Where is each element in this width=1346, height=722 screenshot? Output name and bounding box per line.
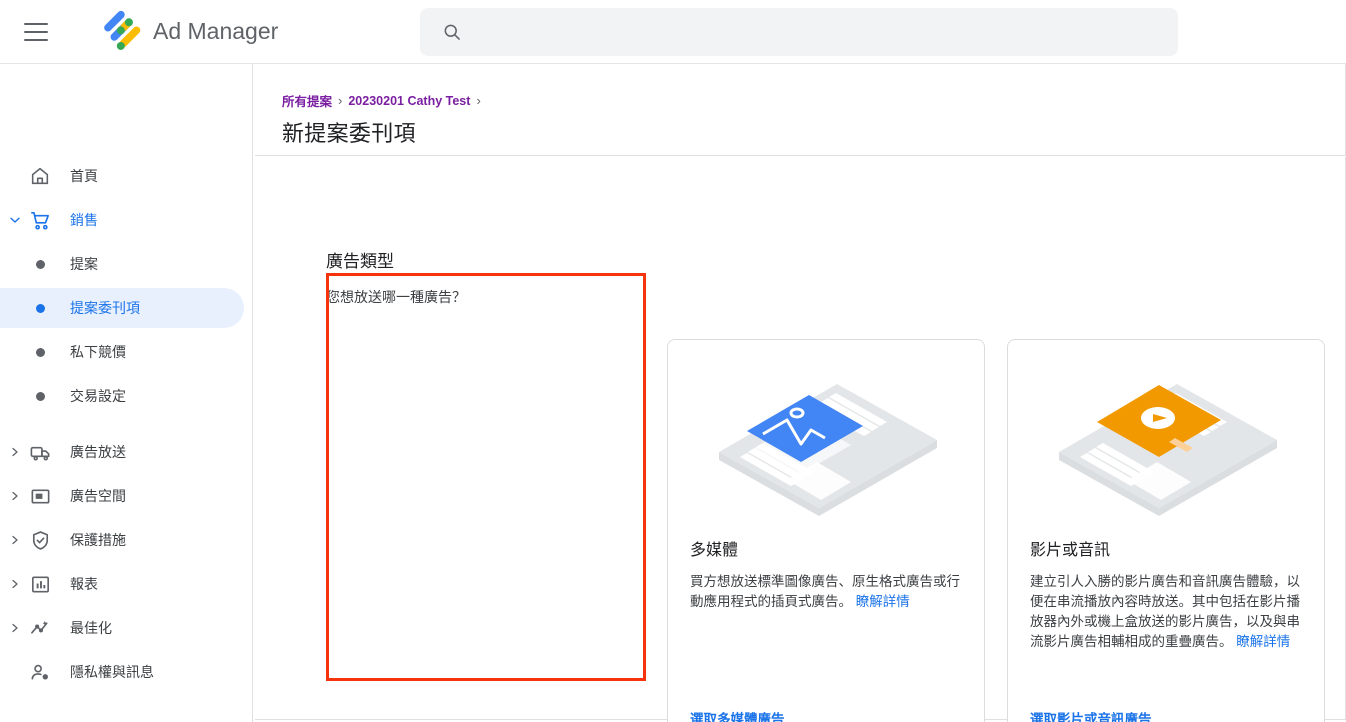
inventory-box-icon bbox=[28, 484, 52, 508]
learn-more-link[interactable]: 瞭解詳情 bbox=[856, 594, 910, 609]
section-subtitle: 您想放送哪一種廣告？ bbox=[326, 289, 466, 305]
sidebar-item-proposals[interactable]: 提案 bbox=[0, 244, 244, 284]
optimization-sparkline-icon bbox=[28, 616, 52, 640]
sidebar-item-label: 首頁 bbox=[70, 168, 98, 184]
shopping-cart-icon bbox=[28, 208, 52, 232]
delivery-truck-icon bbox=[28, 440, 52, 464]
sidebar-item-home[interactable]: 首頁 bbox=[0, 156, 244, 196]
sidebar-item-deal-settings[interactable]: 交易設定 bbox=[0, 376, 244, 416]
sidebar-item-label: 廣告空間 bbox=[70, 488, 126, 504]
sidebar-item-label: 交易設定 bbox=[70, 388, 126, 404]
sidebar-item-inventory[interactable]: 廣告空間 bbox=[0, 476, 244, 516]
sidebar-item-label: 銷售 bbox=[70, 212, 98, 228]
breadcrumb-item-proposal-name[interactable]: 20230201 Cathy Test bbox=[348, 94, 470, 108]
breadcrumb-separator-icon: › bbox=[338, 93, 343, 108]
hamburger-bar bbox=[24, 30, 48, 33]
select-video-audio-ad-link[interactable]: 選取影片或音訊廣告 bbox=[1030, 708, 1152, 722]
chevron-right-icon[interactable] bbox=[6, 579, 24, 589]
sidebar-item-label: 隱私權與訊息 bbox=[70, 664, 154, 680]
chevron-right-icon[interactable] bbox=[6, 623, 24, 633]
display-ad-isometric-phone-illustration bbox=[668, 340, 984, 536]
sidebar-item-optimization[interactable]: 最佳化 bbox=[0, 608, 244, 648]
chevron-right-icon[interactable] bbox=[6, 447, 24, 457]
learn-more-link[interactable]: 瞭解詳情 bbox=[1236, 634, 1290, 649]
bullet-icon bbox=[28, 384, 52, 408]
search-icon bbox=[444, 24, 460, 40]
sidebar-item-label: 報表 bbox=[70, 576, 98, 592]
ad-type-card-video-audio[interactable]: 影片或音訊 建立引人入勝的影片廣告和音訊廣告體驗，以便在串流播放內容時放送。其中… bbox=[1007, 339, 1325, 722]
sidebar-item-label: 廣告放送 bbox=[70, 444, 126, 460]
select-display-ad-link[interactable]: 選取多媒體廣告 bbox=[690, 708, 785, 722]
home-icon bbox=[28, 164, 52, 188]
breadcrumb-separator-icon: › bbox=[476, 93, 481, 108]
card-description: 買方想放送標準圖像廣告、原生格式廣告或行動應用程式的插頁式廣告。 瞭解詳情 bbox=[690, 572, 962, 612]
app-title: Ad Manager bbox=[153, 18, 279, 44]
bar-chart-icon bbox=[28, 572, 52, 596]
person-privacy-icon bbox=[28, 660, 52, 684]
bullet-icon bbox=[28, 296, 52, 320]
breadcrumb-item-all-proposals[interactable]: 所有提案 bbox=[282, 91, 332, 110]
page-header-panel: 所有提案 › 20230201 Cathy Test › 新提案委刊項 bbox=[255, 64, 1346, 156]
card-body: 影片或音訊 建立引人入勝的影片廣告和音訊廣告體驗，以便在串流播放內容時放送。其中… bbox=[1008, 536, 1324, 652]
hamburger-bar bbox=[24, 22, 48, 25]
ad-type-card-display[interactable]: 多媒體 買方想放送標準圖像廣告、原生格式廣告或行動應用程式的插頁式廣告。 瞭解詳… bbox=[667, 339, 985, 722]
breadcrumb: 所有提案 › 20230201 Cathy Test › bbox=[282, 91, 1345, 110]
chevron-right-icon[interactable] bbox=[6, 535, 24, 545]
chevron-right-icon[interactable] bbox=[6, 491, 24, 501]
card-heading: 多媒體 bbox=[690, 542, 739, 559]
section-title: 廣告類型 bbox=[326, 252, 394, 271]
bullet-icon bbox=[28, 252, 52, 276]
brand-logo-area[interactable]: Ad Manager bbox=[99, 10, 278, 54]
sidebar-item-protections[interactable]: 保護措施 bbox=[0, 520, 244, 560]
card-description-text: 買方想放送標準圖像廣告、原生格式廣告或行動應用程式的插頁式廣告。 bbox=[690, 574, 960, 609]
hamburger-bar bbox=[24, 38, 48, 41]
sidebar-item-proposal-line-items[interactable]: 提案委刊項 bbox=[0, 288, 244, 328]
sidebar-item-label: 私下競價 bbox=[70, 344, 126, 360]
page-title: 新提案委刊項 bbox=[282, 121, 416, 146]
sidebar-item-delivery[interactable]: 廣告放送 bbox=[0, 432, 244, 472]
card-description: 建立引人入勝的影片廣告和音訊廣告體驗，以便在串流播放內容時放送。其中包括在影片播… bbox=[1030, 572, 1302, 652]
sidebar-item-label: 保護措施 bbox=[70, 532, 126, 548]
top-header: Ad Manager bbox=[0, 0, 1346, 64]
left-sidebar-nav: 首頁 銷售 提案 提案委刊項 私下競價 交易設定 廣告放送 廣告空間 保護措施 … bbox=[0, 64, 253, 722]
card-heading: 影片或音訊 bbox=[1030, 542, 1111, 559]
sidebar-item-privacy-and-messaging[interactable]: 隱私權與訊息 bbox=[0, 652, 244, 692]
card-body: 多媒體 買方想放送標準圖像廣告、原生格式廣告或行動應用程式的插頁式廣告。 瞭解詳… bbox=[668, 536, 984, 612]
hamburger-menu-icon[interactable] bbox=[24, 22, 48, 41]
video-audio-ad-isometric-phone-illustration bbox=[1008, 340, 1324, 536]
main-content-area: 所有提案 › 20230201 Cathy Test › 新提案委刊項 廣告類型… bbox=[253, 64, 1346, 722]
shield-check-icon bbox=[28, 528, 52, 552]
sidebar-item-sales[interactable]: 銷售 bbox=[0, 200, 244, 240]
bullet-icon bbox=[28, 340, 52, 364]
sidebar-item-reports[interactable]: 報表 bbox=[0, 564, 244, 604]
chevron-down-icon[interactable] bbox=[6, 215, 24, 225]
sidebar-item-label: 最佳化 bbox=[70, 620, 112, 636]
sidebar-item-private-auction[interactable]: 私下競價 bbox=[0, 332, 244, 372]
search-input[interactable] bbox=[476, 23, 1162, 41]
sidebar-item-label: 提案 bbox=[70, 256, 98, 272]
global-search-box[interactable] bbox=[420, 8, 1178, 56]
google-ad-manager-logo bbox=[104, 10, 141, 50]
content-panel: 廣告類型 您想放送哪一種廣告？ 多媒體 買方想放送標準圖像廣告、原生格式廣告或行… bbox=[255, 157, 1346, 722]
sidebar-item-label: 提案委刊項 bbox=[70, 300, 140, 316]
